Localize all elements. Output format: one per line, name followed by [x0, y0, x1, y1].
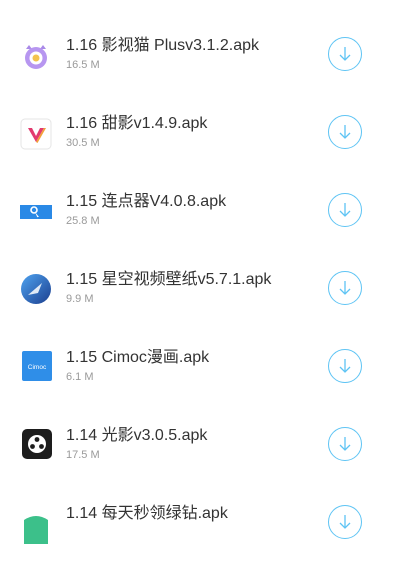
cimoc-app-icon: Cimoc — [22, 351, 52, 381]
download-arrow-icon — [339, 47, 351, 61]
file-size: 30.5 M — [66, 137, 100, 149]
download-arrow-icon — [339, 125, 351, 139]
list-item[interactable]: 1.16 甜影v1.4.9.apk 30.5 M — [0, 96, 400, 174]
download-button[interactable] — [328, 427, 362, 461]
file-size: 9.9 M — [66, 293, 94, 305]
film-reel-app-icon — [22, 429, 52, 459]
file-name[interactable]: 1.16 甜影v1.4.9.apk — [66, 114, 207, 134]
file-name[interactable]: 1.16 影视猫 Plusv3.1.2.apk — [66, 36, 259, 56]
file-name[interactable]: 1.15 连点器V4.0.8.apk — [66, 192, 226, 212]
list-item[interactable]: 1.16 影视猫 Plusv3.1.2.apk 16.5 M — [0, 18, 400, 96]
file-size: 25.8 M — [66, 215, 100, 227]
list-item[interactable]: 1.14 光影v3.0.5.apk 17.5 M — [0, 408, 400, 486]
starry-wallpaper-app-icon — [20, 273, 52, 305]
download-arrow-icon — [339, 437, 351, 451]
file-size: 16.5 M — [66, 59, 100, 71]
download-button[interactable] — [328, 271, 362, 305]
download-button[interactable] — [328, 349, 362, 383]
download-button[interactable] — [328, 37, 362, 71]
v-app-icon — [20, 118, 52, 150]
list-item[interactable]: Cimoc 1.15 Cimoc漫画.apk 6.1 M — [0, 330, 400, 408]
file-name[interactable]: 1.15 星空视频壁纸v5.7.1.apk — [66, 270, 271, 290]
download-arrow-icon — [339, 515, 351, 529]
auto-clicker-app-icon — [20, 196, 52, 228]
download-arrow-icon — [339, 203, 351, 217]
file-name[interactable]: 1.14 光影v3.0.5.apk — [66, 426, 207, 446]
cat-app-icon — [20, 40, 52, 72]
file-name[interactable]: 1.15 Cimoc漫画.apk — [66, 348, 209, 368]
download-button[interactable] — [328, 505, 362, 539]
download-arrow-icon — [339, 359, 351, 373]
download-arrow-icon — [339, 281, 351, 295]
file-size: 17.5 M — [66, 449, 100, 461]
file-size: 6.1 M — [66, 371, 94, 383]
download-button[interactable] — [328, 193, 362, 227]
download-button[interactable] — [328, 115, 362, 149]
cimoc-icon-label: Cimoc — [28, 364, 47, 371]
file-name[interactable]: 1.14 每天秒领绿钻.apk — [66, 504, 228, 524]
list-item[interactable]: 1.15 星空视频壁纸v5.7.1.apk 9.9 M — [0, 252, 400, 330]
list-item[interactable]: 1.14 每天秒领绿钻.apk — [0, 486, 400, 564]
list-item[interactable]: 1.15 连点器V4.0.8.apk 25.8 M — [0, 174, 400, 252]
green-app-icon — [20, 512, 52, 544]
